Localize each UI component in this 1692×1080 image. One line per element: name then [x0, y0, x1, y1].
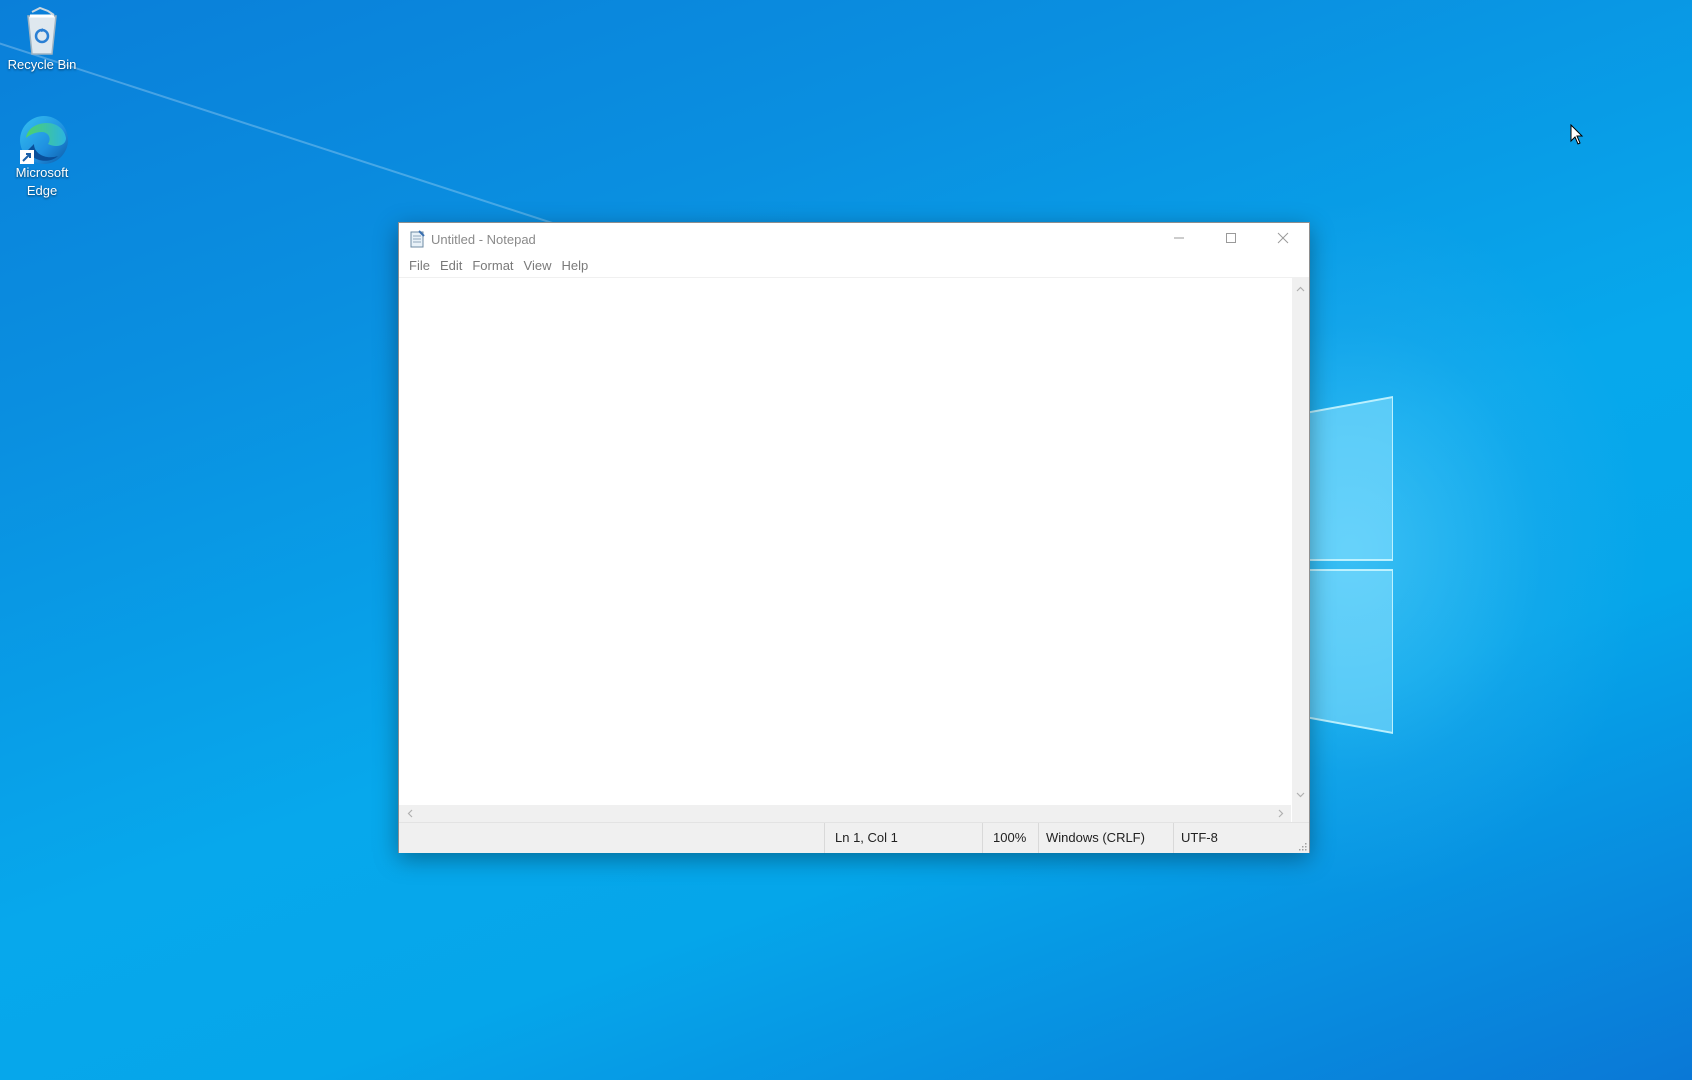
menu-edit[interactable]: Edit: [435, 256, 467, 276]
scroll-up-button[interactable]: [1292, 280, 1309, 297]
status-cursor-position: Ln 1, Col 1: [824, 823, 982, 853]
chevron-up-icon: [1296, 286, 1305, 291]
window-title: Untitled - Notepad: [431, 231, 536, 247]
maximize-icon: [1226, 233, 1236, 243]
resize-grip-icon[interactable]: [1297, 841, 1307, 851]
notepad-window[interactable]: Untitled - Notepad File Edit Format View…: [398, 222, 1310, 853]
recycle-bin-icon: [18, 6, 66, 55]
status-bar: Ln 1, Col 1 100% Windows (CRLF) UTF-8: [399, 822, 1309, 853]
minimize-icon: [1174, 237, 1184, 239]
text-editor[interactable]: [399, 278, 1291, 805]
caption-buttons: [1153, 223, 1309, 253]
desktop-icon-recycle-bin[interactable]: Recycle Bin: [0, 6, 84, 74]
status-encoding: UTF-8: [1173, 823, 1309, 853]
desktop: Recycle Bin Microsoft Edge Untitled - No…: [0, 0, 1692, 1080]
scrollbar-corner: [1292, 805, 1309, 822]
windows-logo-wallpaper: [1305, 395, 1393, 735]
menu-bar: File Edit Format View Help: [399, 255, 1309, 278]
scroll-down-button[interactable]: [1292, 786, 1309, 803]
edge-icon: [18, 114, 68, 164]
menu-format[interactable]: Format: [467, 256, 518, 276]
status-zoom: 100%: [982, 823, 1038, 853]
menu-view[interactable]: View: [519, 256, 557, 276]
horizontal-scrollbar[interactable]: [399, 805, 1291, 822]
scroll-left-button[interactable]: [401, 805, 418, 822]
desktop-icon-label: Microsoft Edge: [15, 165, 69, 198]
title-bar[interactable]: Untitled - Notepad: [399, 223, 1309, 255]
chevron-left-icon: [407, 809, 412, 818]
menu-file[interactable]: File: [404, 256, 435, 276]
close-icon: [1277, 232, 1289, 244]
chevron-down-icon: [1296, 792, 1305, 797]
notepad-icon: [410, 230, 425, 248]
maximize-button[interactable]: [1205, 223, 1257, 253]
status-line-ending: Windows (CRLF): [1038, 823, 1173, 853]
vertical-scrollbar[interactable]: [1292, 278, 1309, 805]
mouse-cursor-icon: [1570, 124, 1584, 145]
minimize-button[interactable]: [1153, 223, 1205, 253]
menu-help[interactable]: Help: [556, 256, 593, 276]
desktop-icon-microsoft-edge[interactable]: Microsoft Edge: [0, 114, 84, 200]
scroll-right-button[interactable]: [1272, 805, 1289, 822]
chevron-right-icon: [1278, 809, 1283, 818]
close-button[interactable]: [1257, 223, 1309, 253]
desktop-icon-label: Recycle Bin: [7, 57, 77, 72]
